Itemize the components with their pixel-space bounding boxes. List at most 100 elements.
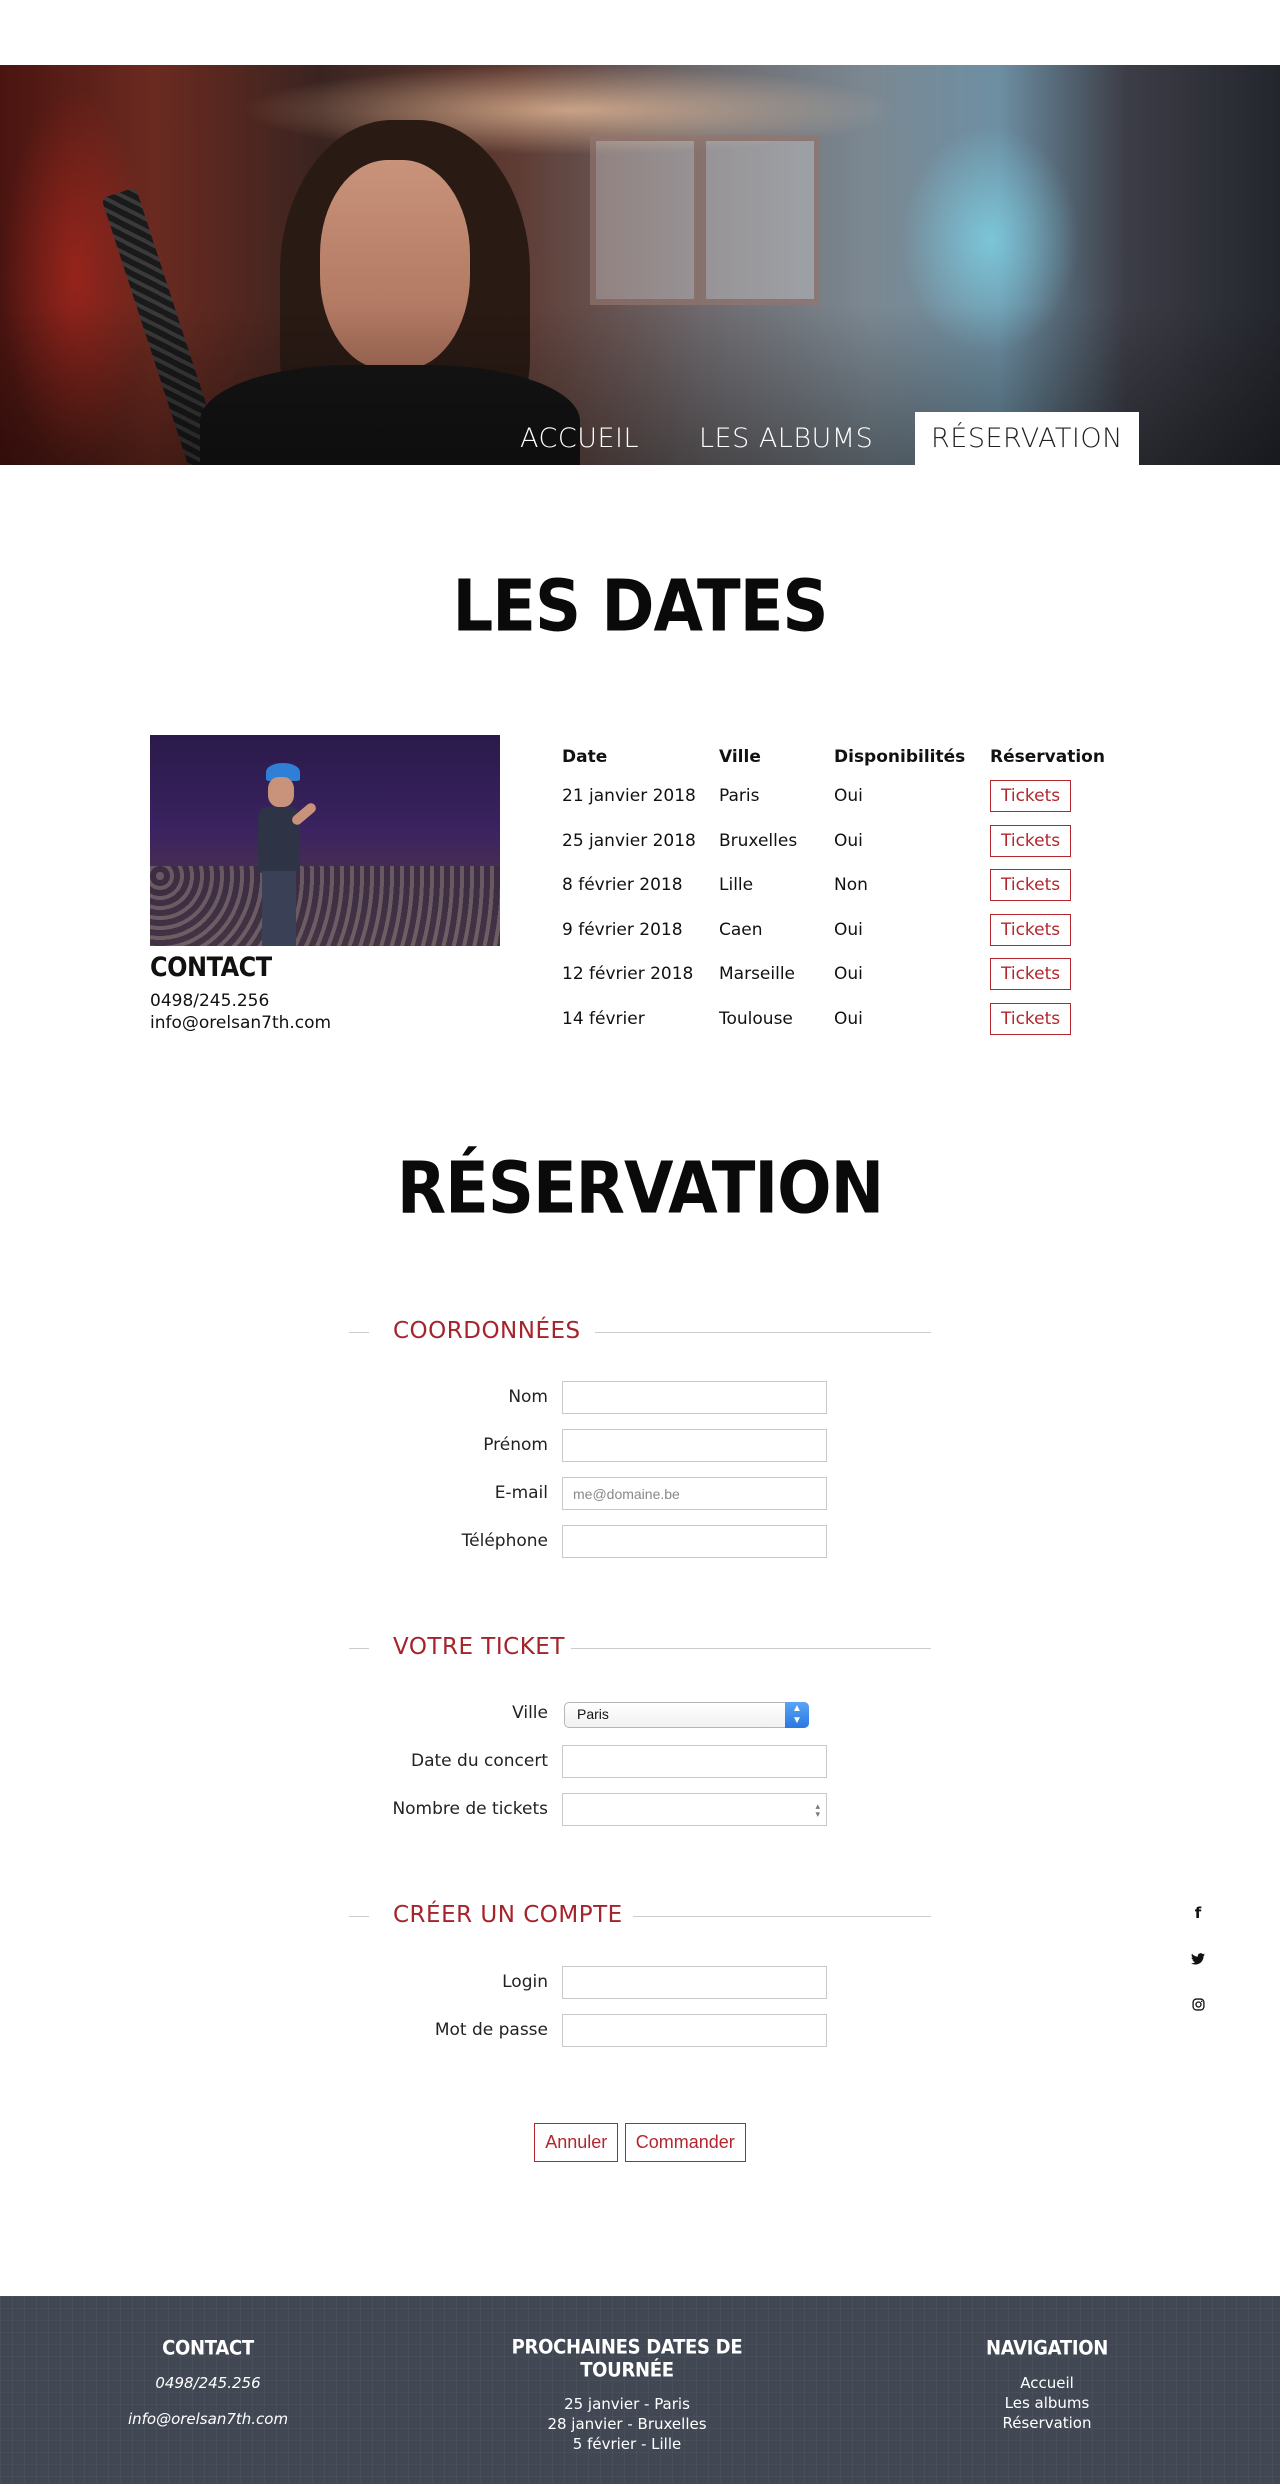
cell-date: 9 février 2018 <box>562 919 683 940</box>
nav-albums[interactable]: LES ALBUMS <box>683 412 889 465</box>
cell-ville: Toulouse <box>719 1008 793 1029</box>
ville-row: Ville Paris ▲ ▼ <box>349 1697 931 1731</box>
select-arrows-icon: ▲ ▼ <box>785 1702 809 1728</box>
login-row: Login <box>349 1966 931 2000</box>
cell-date: 8 février 2018 <box>562 875 683 896</box>
tickets-button[interactable]: Tickets <box>990 958 1072 991</box>
nom-row: Nom <box>349 1381 931 1415</box>
telephone-label: Téléphone <box>461 1531 548 1551</box>
facebook-icon[interactable]: f <box>1188 1904 1208 1922</box>
dates-title: LES DATES <box>452 565 828 649</box>
tour-date: 25 janvier - Paris <box>564 2395 690 2413</box>
contact-email: info@orelsan7th.com <box>150 1013 332 1033</box>
password-row: Mot de passe <box>349 2014 931 2048</box>
reservation-title: RÉSERVATION <box>396 1147 884 1231</box>
ville-select[interactable]: Paris ▲ ▼ <box>564 1702 809 1728</box>
ville-label: Ville <box>512 1703 548 1723</box>
prenom-input[interactable] <box>562 1429 827 1462</box>
cell-dispo: Oui <box>834 1008 863 1029</box>
cell-dispo: Oui <box>834 786 863 807</box>
col-dispo: Disponibilités <box>834 747 966 767</box>
prenom-label: Prénom <box>483 1435 548 1455</box>
nombre-tickets-row: Nombre de tickets ▴ ▾ <box>349 1793 931 1827</box>
email-input[interactable] <box>562 1477 827 1510</box>
nom-label: Nom <box>508 1387 548 1407</box>
tickets-button[interactable]: Tickets <box>990 913 1072 946</box>
email-row: E-mail <box>349 1477 931 1511</box>
table-header-row: Date Ville Disponibilités Réservation <box>555 740 1113 774</box>
telephone-input[interactable] <box>562 1525 827 1558</box>
cell-dispo: Oui <box>834 919 863 940</box>
table-row: 8 février 2018 Lille Non Tickets <box>555 863 1113 908</box>
login-input[interactable] <box>562 1966 827 1999</box>
hero-banner <box>0 65 1280 465</box>
form-buttons: Annuler Commander <box>0 2123 1280 2162</box>
cell-ville: Caen <box>719 919 763 940</box>
cell-ville: Paris <box>719 786 760 807</box>
twitter-icon[interactable] <box>1188 1950 1208 1969</box>
col-ville: Ville <box>719 747 761 767</box>
dates-table: Date Ville Disponibilités Réservation 21… <box>555 740 1113 1041</box>
cell-dispo: Oui <box>834 964 863 985</box>
contact-heading: CONTACT <box>150 952 272 983</box>
col-reservation: Réservation <box>990 747 1105 767</box>
compte-legend: CRÉER UN COMPTE <box>349 1902 931 1932</box>
table-row: 14 février Toulouse Oui Tickets <box>555 997 1113 1042</box>
tickets-button[interactable]: Tickets <box>990 869 1072 902</box>
footer-tour-heading: PROCHAINES DATES DE TOURNÉE <box>511 2335 743 2383</box>
tour-date: 28 janvier - Bruxelles <box>547 2415 707 2433</box>
ville-selected-value: Paris <box>577 1706 609 1722</box>
cell-ville: Marseille <box>719 964 796 985</box>
spinner-icon[interactable]: ▴ ▾ <box>815 1802 820 1819</box>
coordonnees-legend-label: COORDONNÉES <box>387 1318 587 1344</box>
concert-photo <box>150 735 500 946</box>
nav-reservation[interactable]: RÉSERVATION <box>915 412 1139 465</box>
cell-ville: Bruxelles <box>719 830 798 851</box>
cancel-button[interactable]: Annuler <box>534 2123 619 2162</box>
nom-input[interactable] <box>562 1381 827 1414</box>
footer-link-albums[interactable]: Les albums <box>947 2393 1147 2413</box>
footer-navigation: NAVIGATION Accueil Les albums Réservatio… <box>947 2336 1147 2433</box>
footer-contact-heading: CONTACT <box>162 2336 254 2361</box>
compte-legend-label: CRÉER UN COMPTE <box>387 1902 629 1928</box>
cell-date: 25 janvier 2018 <box>562 830 696 851</box>
footer-phone: 0498/245.256 <box>155 2374 261 2392</box>
order-button[interactable]: Commander <box>624 2123 746 2162</box>
footer-contact: CONTACT 0498/245.256 info@orelsan7th.com <box>108 2336 308 2445</box>
footer-email: info@orelsan7th.com <box>127 2410 289 2428</box>
ticket-legend: VOTRE TICKET <box>349 1634 931 1664</box>
instagram-icon[interactable] <box>1188 1996 1208 2015</box>
cell-ville: Lille <box>719 875 754 896</box>
contact-block: CONTACT 0498/245.256 info@orelsan7th.com <box>150 952 331 1034</box>
login-label: Login <box>502 1972 548 1992</box>
footer-tour: PROCHAINES DATES DE TOURNÉE 25 janvier -… <box>477 2335 777 2454</box>
nombre-tickets-input[interactable]: ▴ ▾ <box>562 1793 827 1826</box>
col-date: Date <box>562 747 608 767</box>
nav-accueil[interactable]: ACCUEIL <box>504 412 655 465</box>
table-row: 21 janvier 2018 Paris Oui Tickets <box>555 774 1113 819</box>
telephone-row: Téléphone <box>349 1525 931 1559</box>
prenom-row: Prénom <box>349 1429 931 1463</box>
contact-phone: 0498/245.256 <box>150 991 270 1011</box>
tickets-button[interactable]: Tickets <box>990 824 1072 857</box>
tickets-button[interactable]: Tickets <box>990 780 1072 813</box>
table-row: 12 février 2018 Marseille Oui Tickets <box>555 952 1113 997</box>
cell-date: 14 février <box>562 1008 645 1029</box>
date-concert-input[interactable] <box>562 1745 827 1778</box>
cell-dispo: Non <box>834 875 868 896</box>
coordonnees-legend: COORDONNÉES <box>349 1318 931 1348</box>
cell-dispo: Oui <box>834 830 863 851</box>
tickets-button[interactable]: Tickets <box>990 1002 1072 1035</box>
footer-nav-heading: NAVIGATION <box>985 2336 1109 2361</box>
footer-link-reservation[interactable]: Réservation <box>947 2413 1147 2433</box>
cell-date: 12 février 2018 <box>562 964 694 985</box>
table-row: 25 janvier 2018 Bruxelles Oui Tickets <box>555 819 1113 864</box>
nombre-tickets-label: Nombre de tickets <box>392 1799 548 1819</box>
tour-date: 5 février - Lille <box>572 2435 682 2453</box>
footer-link-accueil[interactable]: Accueil <box>947 2373 1147 2393</box>
email-label: E-mail <box>494 1483 548 1503</box>
password-input[interactable] <box>562 2014 827 2047</box>
ticket-legend-label: VOTRE TICKET <box>387 1634 571 1660</box>
cell-date: 21 janvier 2018 <box>562 786 696 807</box>
date-concert-row: Date du concert <box>349 1745 931 1779</box>
